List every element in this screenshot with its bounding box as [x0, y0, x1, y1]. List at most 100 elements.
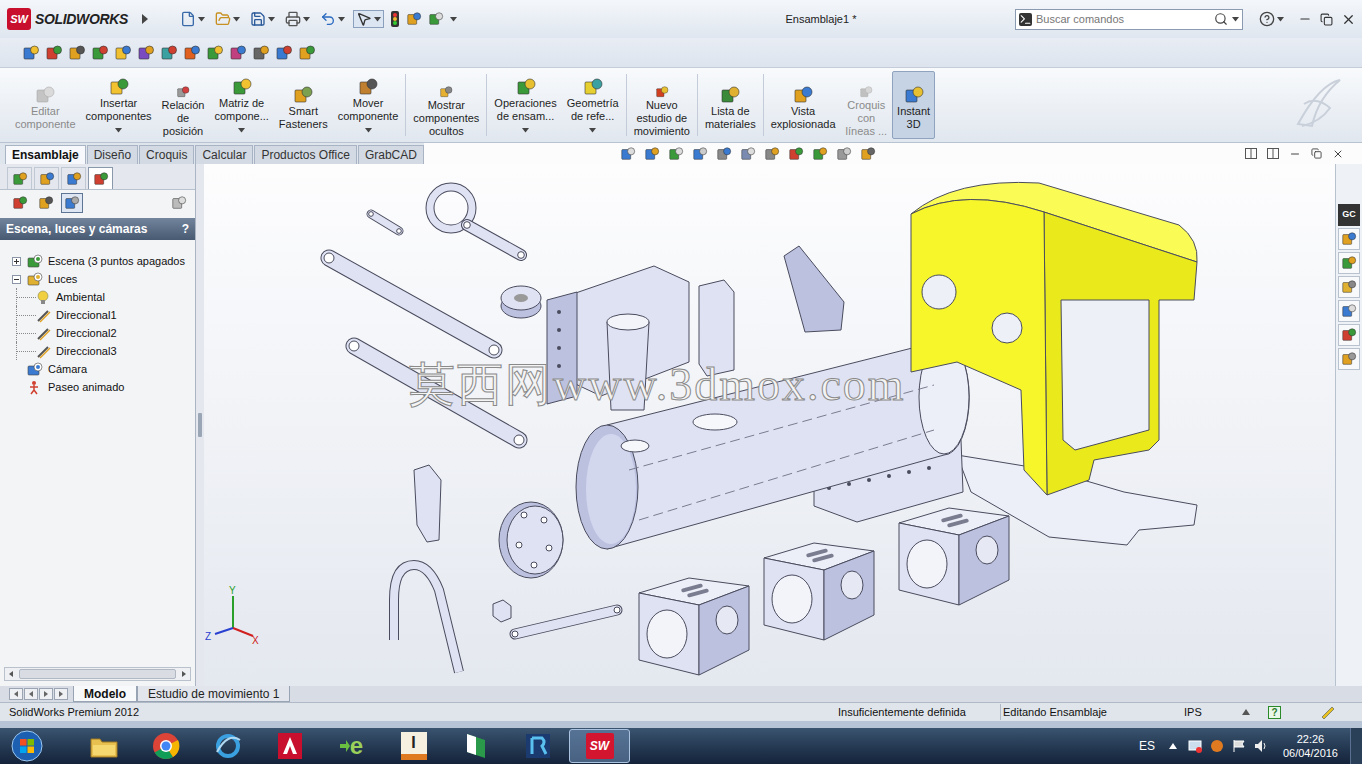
chrome-icon[interactable] [152, 732, 180, 760]
search-box[interactable]: Buscar comandos [1015, 9, 1243, 30]
tree-item[interactable]: Direccional1 [0, 306, 195, 324]
display-tab[interactable] [61, 193, 83, 213]
ribbon-button[interactable]: Relacióndeposición [157, 71, 210, 139]
folder-icon[interactable] [89, 733, 119, 759]
scroll-left-icon[interactable] [5, 668, 17, 680]
command-tab[interactable]: Diseño [87, 145, 138, 164]
last-tab-icon[interactable] [54, 688, 68, 700]
rebuild-icon[interactable] [390, 10, 400, 28]
flag-icon[interactable] [1231, 738, 1247, 754]
expand-icon[interactable] [12, 257, 21, 266]
task-pane-icon[interactable] [1341, 231, 1357, 247]
quick-access-button[interactable] [213, 11, 242, 27]
tree-item[interactable]: Paseo animado [0, 378, 195, 396]
quick-access-icon[interactable] [320, 11, 336, 27]
view-tool-icon[interactable] [716, 146, 732, 162]
tree-item[interactable]: Direccional3 [0, 342, 195, 360]
volume-icon[interactable] [1253, 738, 1269, 754]
quick-tip-icon[interactable] [1320, 705, 1336, 719]
dropdown-caret-icon[interactable] [365, 128, 372, 133]
command-tab[interactable]: Productos Office [254, 145, 357, 164]
display-tab-icon[interactable] [38, 195, 54, 211]
task-pane-icon[interactable] [1341, 303, 1357, 319]
revit-icon[interactable] [524, 732, 552, 760]
command-tab[interactable]: Ensamblaje [5, 145, 86, 164]
dropdown-caret-icon[interactable] [233, 17, 240, 22]
quick-access-button[interactable] [353, 10, 384, 28]
ribbon-button[interactable]: SmartFasteners [274, 71, 333, 139]
task-pane-tab[interactable] [1338, 228, 1360, 250]
tree-item[interactable]: Cámara [0, 360, 195, 378]
file-properties-icon[interactable] [406, 11, 422, 27]
prev-tab-icon[interactable] [24, 688, 38, 700]
command-icon[interactable] [109, 78, 129, 96]
quick-access-icon[interactable] [356, 11, 372, 27]
search-icon[interactable] [1214, 12, 1228, 26]
taskbar-app[interactable] [73, 729, 134, 763]
toolbar-icon[interactable] [275, 44, 293, 62]
command-icon[interactable] [652, 86, 672, 98]
units-menu[interactable] [1242, 709, 1268, 715]
viewport-restore-icon[interactable] [1311, 148, 1322, 159]
toolbar-icon[interactable] [91, 44, 109, 62]
task-pane-icon[interactable] [1341, 279, 1357, 295]
quick-access-button[interactable] [283, 11, 312, 27]
manager-tab[interactable] [34, 167, 59, 189]
command-icon[interactable] [793, 86, 813, 104]
ribbon-button[interactable]: Insertarcomponentes [81, 71, 157, 139]
edrawings-icon[interactable]: e [340, 734, 363, 758]
toolbar-icon[interactable] [206, 44, 224, 62]
taskbar-app[interactable] [197, 729, 258, 763]
task-pane-icon[interactable] [1341, 351, 1357, 367]
autocad-icon[interactable] [277, 732, 303, 760]
view-tool-icon[interactable] [860, 146, 876, 162]
manager-tab[interactable] [61, 167, 86, 189]
quick-access-button[interactable] [178, 11, 207, 27]
view-tool-icon[interactable] [836, 146, 852, 162]
minimize-icon[interactable] [1298, 12, 1312, 26]
windows-orb-icon[interactable] [10, 729, 44, 763]
bottom-tab[interactable]: Modelo [73, 686, 137, 702]
taskbar-app[interactable] [445, 729, 506, 763]
toolbar-icon[interactable] [68, 44, 86, 62]
menu-expand-icon[interactable] [140, 13, 150, 25]
ribbon-button[interactable]: Geometríade refe... [562, 71, 624, 139]
tree-item[interactable]: Direccional2 [0, 324, 195, 342]
horizontal-scrollbar[interactable] [4, 667, 191, 681]
command-icon[interactable] [358, 78, 378, 96]
toolbar-icon[interactable] [252, 44, 270, 62]
taskbar-app[interactable]: SW [569, 729, 630, 763]
view-tool-icon[interactable] [740, 146, 756, 162]
ribbon-button[interactable]: Operacionesde ensam... [489, 71, 561, 139]
status-help[interactable]: ? [1268, 706, 1281, 719]
manager-tab[interactable] [88, 167, 113, 189]
tree-item[interactable]: Escena (3 puntos apagados [0, 252, 195, 270]
toolbar-icon[interactable] [114, 44, 132, 62]
splitter-handle[interactable] [198, 413, 202, 437]
dropdown-caret-icon[interactable] [374, 17, 381, 22]
task-pane-icon[interactable] [1341, 255, 1357, 271]
command-icon[interactable] [173, 86, 193, 98]
toolbar-icon[interactable] [160, 44, 178, 62]
scroll-thumb[interactable] [19, 669, 176, 679]
help-button[interactable] [1259, 11, 1284, 27]
taskbar-app[interactable]: e [321, 729, 382, 763]
ribbon-button[interactable]: Lista demateriales [700, 71, 761, 139]
view-tool-icon[interactable] [644, 146, 660, 162]
panel-splitter[interactable] [196, 164, 204, 686]
first-tab-icon[interactable] [9, 688, 23, 700]
collapse-icon[interactable] [12, 275, 21, 284]
panel-option-icon[interactable] [171, 195, 187, 211]
graphics-area[interactable]: YZX莫西网www.3dmox.com [204, 164, 1335, 686]
view-tool-icon[interactable] [668, 146, 684, 162]
manager-tab-icon[interactable] [93, 171, 109, 187]
dropdown-caret-icon[interactable] [238, 128, 245, 133]
toolbar-icon[interactable] [298, 44, 316, 62]
ribbon-button[interactable]: Nuevoestudio demovimiento [629, 71, 695, 139]
task-pane-tab[interactable] [1338, 324, 1360, 346]
help-icon[interactable] [1259, 11, 1275, 27]
grabcad-tab[interactable]: GC [1338, 204, 1360, 226]
command-tab[interactable]: GrabCAD [358, 145, 424, 164]
toolbar-icon[interactable] [22, 44, 40, 62]
command-icon[interactable] [516, 78, 536, 96]
